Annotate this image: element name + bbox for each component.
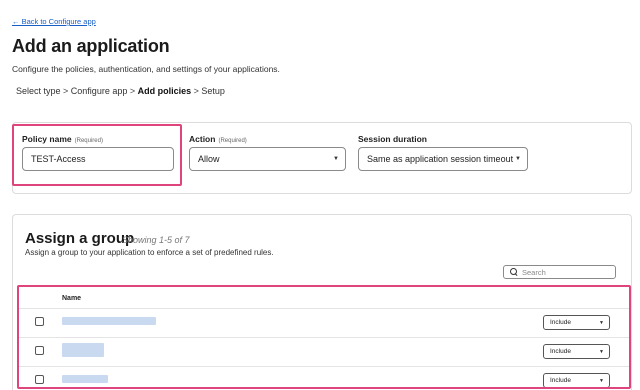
action-label: Action (Required) bbox=[189, 134, 247, 144]
breadcrumb-steps: Select type > Configure app > Add polici… bbox=[16, 86, 225, 96]
step-configure-app[interactable]: Configure app bbox=[71, 86, 128, 96]
step-separator: > bbox=[127, 86, 138, 96]
chevron-down-icon: ▼ bbox=[515, 156, 521, 162]
highlight-policy-name bbox=[12, 124, 182, 186]
group-count: Showing 1-5 of 7 bbox=[122, 235, 190, 245]
step-separator: > bbox=[191, 86, 202, 96]
back-to-configure-link[interactable]: ← Back to Configure app bbox=[12, 17, 96, 26]
step-separator: > bbox=[60, 86, 71, 96]
step-setup[interactable]: Setup bbox=[201, 86, 225, 96]
session-duration-value: Same as application session timeout bbox=[367, 154, 514, 164]
page-title: Add an application bbox=[12, 36, 170, 56]
chevron-down-icon: ▼ bbox=[333, 156, 339, 162]
step-add-policies[interactable]: Add policies bbox=[138, 86, 192, 96]
action-select[interactable]: Allow ▼ bbox=[189, 147, 346, 171]
group-description: Assign a group to your application to en… bbox=[25, 248, 274, 257]
page-subtitle: Configure the policies, authentication, … bbox=[12, 64, 280, 74]
action-label-text: Action bbox=[189, 134, 216, 144]
search-placeholder: Search bbox=[522, 267, 546, 277]
session-duration-select[interactable]: Same as application session timeout ▼ bbox=[358, 147, 528, 171]
session-duration-label: Session duration bbox=[358, 134, 427, 144]
highlight-group-table bbox=[17, 285, 631, 389]
step-select-type[interactable]: Select type bbox=[16, 86, 61, 96]
group-title: Assign a group bbox=[25, 230, 135, 247]
required-hint: (Required) bbox=[218, 138, 247, 144]
session-duration-label-text: Session duration bbox=[358, 134, 427, 144]
action-value: Allow bbox=[198, 154, 220, 164]
group-search-input[interactable]: Search bbox=[503, 265, 616, 279]
search-icon bbox=[510, 268, 518, 276]
